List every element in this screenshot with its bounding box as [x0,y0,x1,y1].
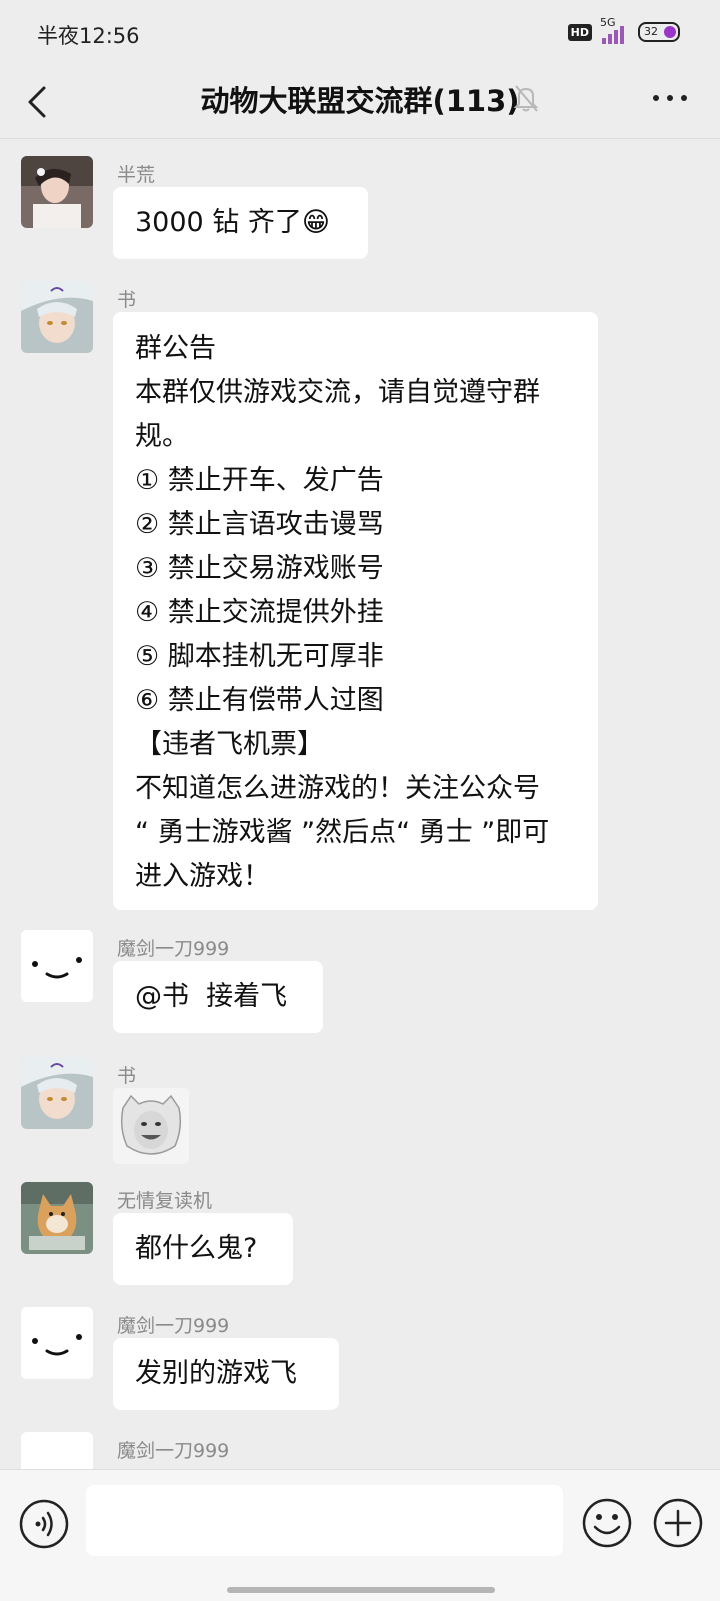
message-text-line: ④ 禁止交流提供外挂 [135,597,384,628]
sender-name: 书 [117,1065,137,1087]
more-dots-icon [653,95,687,101]
message-bubble[interactable]: 都什么鬼? [113,1213,293,1285]
message-text-line: ⑤ 脚本挂机无可厚非 [135,641,384,672]
message-text: 3000 钻 齐了😁 [135,207,331,238]
message-bubble[interactable]: 发别的游戏飞 [113,1338,339,1410]
avatar[interactable] [21,1307,93,1379]
message-text-line: 群公告 [135,333,216,364]
status-bar: 半夜12:56 HD 5G 32 [0,0,720,66]
battery-level: 32 [644,25,658,38]
avatar[interactable] [21,1432,93,1469]
status-time: 半夜12:56 [37,24,140,48]
sender-name: 魔剑一刀999 [117,1440,230,1462]
sticker-image[interactable] [113,1088,189,1164]
message-text-line: ⑥ 禁止有偿带人过图 [135,685,384,716]
chat-title: 动物大联盟交流群(113) [200,84,520,118]
message-text-line: ② 禁止言语攻击谩骂 [135,509,384,540]
message-bubble[interactable]: 群公告 本群仅供游戏交流，请自觉遵守群 规。 ① 禁止开车、发广告 ② 禁止言语… [113,312,598,910]
message-text: 都什么鬼? [135,1233,258,1264]
sender-name: 半荒 [117,164,156,186]
message-text-line: 本群仅供游戏交流，请自觉遵守群 [135,377,540,408]
chat-header: 动物大联盟交流群(113) [0,66,720,139]
more-button[interactable] [650,88,690,108]
sender-name: 魔剑一刀999 [117,938,230,960]
avatar[interactable] [21,1057,93,1129]
sender-name: 无情复读机 [117,1190,213,1212]
message-text: @书 接着飞 [135,981,288,1012]
voice-button[interactable] [18,1498,70,1550]
sender-name: 书 [117,289,137,311]
emoji-icon [582,1498,632,1548]
bell-muted-icon [512,82,540,114]
voice-icon [19,1499,69,1549]
home-indicator[interactable] [227,1587,495,1593]
message-text-line: ① 禁止开车、发广告 [135,465,384,496]
avatar[interactable] [21,930,93,1002]
emoji-button[interactable] [581,1497,633,1549]
chat-message-list[interactable]: 半荒 3000 钻 齐了😁 书 群公告 本群仅供游戏交流，请自觉遵守群 规。 ①… [0,139,720,1469]
message-text-line: 规。 [135,421,189,452]
signal-icon: 5G [600,16,630,44]
avatar[interactable] [21,281,93,353]
message-bubble[interactable]: @书 接着飞 [113,961,323,1033]
avatar[interactable] [21,156,93,228]
status-icons: HD 5G 32 [567,16,680,44]
message-text-line: 不知道怎么进游戏的！关注公众号 [135,773,540,804]
message-text-line: 进入游戏！ [135,861,270,892]
message-bubble[interactable]: 3000 钻 齐了😁 [113,187,368,259]
hd-badge: HD [567,23,592,41]
battery-icon: 32 [638,22,680,42]
avatar[interactable] [21,1182,93,1254]
message-input[interactable] [86,1485,563,1556]
message-text: 发别的游戏飞 [135,1358,297,1389]
message-text-line: “ 勇士游戏酱 ”然后点“ 勇士 ”即可 [135,817,550,848]
sender-name: 魔剑一刀999 [117,1315,230,1337]
plus-icon [653,1498,703,1548]
message-text-line: ③ 禁止交易游戏账号 [135,553,384,584]
message-text-line: 【违者飞机票】 [135,729,324,760]
input-bar [0,1469,720,1601]
plus-button[interactable] [652,1497,704,1549]
